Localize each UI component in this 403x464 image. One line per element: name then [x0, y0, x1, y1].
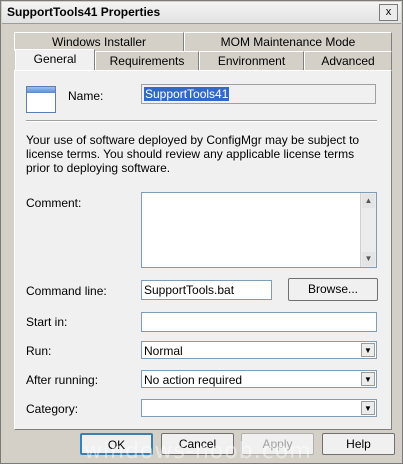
tab-general[interactable]: General: [15, 49, 95, 70]
properties-dialog: SupportTools41 Properties x Windows Inst…: [0, 0, 403, 464]
dropdown-arrow-icon[interactable]: ▼: [361, 343, 375, 357]
cancel-button[interactable]: Cancel: [161, 433, 234, 455]
after-running-label: After running:: [26, 373, 99, 387]
command-line-input[interactable]: SupportTools.bat: [141, 280, 272, 300]
run-label: Run:: [26, 344, 52, 358]
dropdown-arrow-icon[interactable]: ▼: [361, 401, 375, 415]
start-in-input[interactable]: [141, 312, 377, 332]
tab-mom-maintenance-mode[interactable]: MOM Maintenance Mode: [184, 32, 392, 51]
ok-button[interactable]: OK: [80, 433, 153, 455]
name-field[interactable]: SupportTools41: [141, 84, 376, 104]
title-bar: SupportTools41 Properties x: [2, 2, 401, 24]
tab-advanced[interactable]: Advanced: [304, 51, 392, 70]
run-value: Normal: [144, 344, 183, 358]
run-select[interactable]: Normal ▼: [141, 341, 377, 359]
after-running-value: No action required: [144, 373, 243, 387]
category-select[interactable]: ▼: [141, 399, 377, 417]
category-label: Category:: [26, 402, 79, 416]
scroll-down-icon[interactable]: ▼: [362, 252, 375, 266]
program-window-icon: [26, 86, 56, 113]
command-line-label: Command line:: [26, 284, 107, 298]
dropdown-arrow-icon[interactable]: ▼: [361, 372, 375, 386]
apply-button[interactable]: Apply: [241, 433, 314, 455]
browse-button[interactable]: Browse...: [288, 278, 378, 301]
after-running-select[interactable]: No action required ▼: [141, 370, 377, 388]
name-value: SupportTools41: [144, 87, 230, 101]
tab-environment[interactable]: Environment: [199, 51, 304, 70]
license-notice: Your use of software deployed by ConfigM…: [26, 133, 360, 175]
general-panel: Name: SupportTools41 Your use of softwar…: [14, 70, 392, 430]
window-title: SupportTools41 Properties: [7, 5, 161, 19]
name-label: Name:: [68, 89, 104, 103]
start-in-label: Start in:: [26, 315, 68, 329]
comment-textarea[interactable]: ▲ ▼: [141, 192, 377, 268]
separator-top: [26, 120, 377, 122]
close-icon[interactable]: x: [379, 4, 398, 21]
comment-label: Comment:: [26, 196, 82, 210]
comment-scrollbar[interactable]: ▲ ▼: [360, 193, 376, 267]
tab-requirements[interactable]: Requirements: [95, 51, 199, 70]
help-button[interactable]: Help: [322, 433, 395, 455]
scroll-up-icon[interactable]: ▲: [362, 194, 375, 208]
